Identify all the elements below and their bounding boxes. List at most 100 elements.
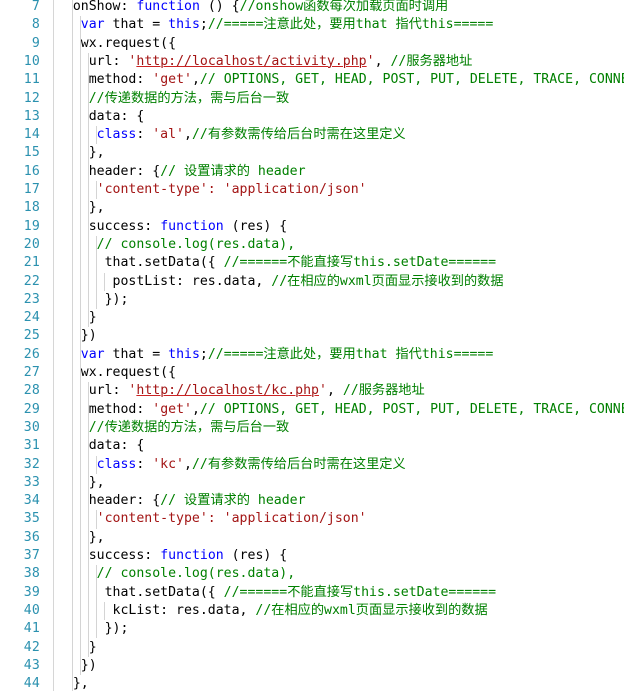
indent-guide — [95, 510, 97, 529]
code-token-cmt: // 设置请求的 header — [160, 163, 306, 179]
code-line[interactable]: var that = this;//=====注意此处，要用that 指代thi… — [54, 16, 494, 34]
code-line[interactable]: // console.log(res.data), — [54, 565, 296, 583]
line-number: 27 — [23, 365, 40, 380]
code-token-pln: method: — [88, 72, 153, 88]
code-line[interactable]: success: function (res) { — [54, 547, 288, 565]
code-token-urlerr: http://localhost/activity.php — [136, 53, 367, 69]
code-line[interactable]: //传递数据的方法，需与后台一致 — [54, 419, 290, 437]
code-token-pln: (res) { — [223, 218, 288, 234]
code-token-str: 'kc' — [152, 456, 184, 472]
code-token-cmt: //传递数据的方法，需与后台一致 — [88, 90, 290, 106]
code-token-cmt: //onshow函数每次加载页面时调用 — [239, 0, 449, 14]
code-token-pln: wx.request({ — [80, 35, 177, 51]
code-token-cmt: //======不能直接写this.setDate====== — [223, 255, 497, 271]
code-token-pln: : — [136, 127, 153, 143]
code-token-str: 'al' — [152, 127, 184, 143]
code-line[interactable]: //传递数据的方法，需与后台一致 — [54, 90, 290, 108]
code-token-kw: function — [160, 548, 224, 563]
code-token-kw: var — [80, 17, 105, 33]
code-line[interactable]: }) — [54, 657, 97, 675]
code-line[interactable]: url: 'http://localhost/kc.php', //服务器地址 — [54, 382, 425, 400]
code-token-pln: }) — [80, 657, 97, 673]
code-line[interactable]: that.setData({ //======不能直接写this.setDate… — [54, 254, 496, 272]
code-token-pln: , — [184, 456, 192, 472]
code-editor[interactable]: 7 8 9 10 11 12 13 14 15 16 17 18 19 20 21 22 23 24 25 26 27 2… — [0, 0, 624, 691]
code-token-kw: this — [168, 17, 200, 33]
code-token-pln: url: — [88, 383, 129, 399]
code-token-pln: () { — [199, 0, 240, 14]
code-token-pln: postList: res.data, — [112, 273, 272, 289]
code-line[interactable]: postList: res.data, //在相应的wxml页面显示接收到的数据 — [54, 273, 504, 291]
code-line[interactable]: header: {// 设置请求的 header — [54, 492, 306, 510]
code-line[interactable]: class: 'kc',//有参数需传给后台时需在这里定义 — [54, 456, 406, 474]
code-token-cmt: //有参数需传给后台时需在这里定义 — [191, 456, 406, 472]
code-token-str: ' — [366, 53, 375, 69]
code-token-pln: }, — [72, 676, 89, 691]
line-number: 40 — [23, 602, 40, 618]
code-line[interactable]: data: { — [54, 108, 145, 126]
line-number: 29 — [23, 401, 40, 417]
code-line[interactable]: kcList: res.data, //在相应的wxml页面显示接收到的数据 — [54, 602, 488, 620]
line-number: 33 — [23, 474, 40, 490]
indent-guide — [71, 0, 73, 691]
code-token-pln: , — [184, 127, 192, 143]
line-number: 39 — [23, 584, 40, 600]
code-line[interactable]: method: 'get',// OPTIONS, GET, HEAD, POS… — [54, 401, 624, 419]
code-line[interactable]: data: { — [54, 437, 145, 455]
code-token-kw: function — [160, 218, 224, 234]
line-number: 12 — [23, 90, 40, 106]
code-line[interactable]: }); — [54, 291, 129, 309]
code-line[interactable]: var that = this;//=====注意此处，要用that 指代thi… — [54, 346, 494, 364]
code-line[interactable]: onShow: function () {//onshow函数每次加载页面时调用 — [54, 0, 448, 16]
line-number: 38 — [23, 566, 40, 582]
code-token-pln: header: { — [88, 493, 161, 509]
indent-guide — [103, 272, 105, 291]
code-token-pln: onShow: — [72, 0, 137, 14]
code-token-str: ' — [319, 383, 327, 399]
code-line[interactable]: }); — [54, 620, 129, 638]
code-token-pln: that = — [104, 346, 169, 362]
code-line[interactable]: }) — [54, 327, 97, 345]
line-number: 15 — [23, 145, 40, 161]
code-line[interactable]: } — [54, 639, 97, 657]
code-line[interactable]: that.setData({ //======不能直接写this.setDate… — [54, 584, 496, 602]
code-line[interactable]: class: 'al',//有参数需传给后台时需在这里定义 — [54, 126, 406, 144]
code-token-urlerr: http://localhost/kc.php — [136, 383, 319, 399]
code-token-cmt: //在相应的wxml页面显示接收到的数据 — [271, 273, 504, 289]
line-number: 37 — [23, 548, 40, 563]
line-number-gutter[interactable]: 7 8 9 10 11 12 13 14 15 16 17 18 19 20 21 22 23 24 25 26 27 2… — [0, 0, 53, 691]
indent-guide — [103, 601, 105, 621]
code-token-cmt: //有参数需传给后台时需在这里定义 — [191, 127, 406, 143]
code-token-pln: }, — [88, 145, 105, 161]
code-token-str: 'content-type': 'application/json' — [96, 182, 367, 197]
line-number: 23 — [23, 291, 40, 307]
code-line[interactable]: success: function (res) { — [54, 218, 288, 236]
line-number: 36 — [23, 529, 40, 545]
code-token-pln: ; — [199, 346, 208, 362]
code-line[interactable]: 'content-type': 'application/json' — [54, 181, 367, 199]
code-line[interactable]: header: {// 设置请求的 header — [54, 163, 306, 181]
code-line[interactable]: } — [54, 309, 97, 327]
line-number: 13 — [23, 108, 40, 124]
code-line[interactable]: 'content-type': 'application/json' — [54, 510, 367, 528]
code-line[interactable]: // console.log(res.data), — [54, 236, 296, 254]
code-line[interactable]: method: 'get',// OPTIONS, GET, HEAD, POS… — [54, 71, 624, 89]
code-token-cmt: //=====注意此处，要用that 指代this===== — [207, 17, 494, 33]
code-token-cmt: //=====注意此处，要用that 指代this===== — [207, 346, 494, 362]
line-number: 17 — [23, 182, 40, 197]
code-token-pln: header: { — [88, 163, 161, 179]
code-line[interactable]: url: 'http://localhost/activity.php', //… — [54, 53, 473, 71]
line-number: 25 — [23, 328, 40, 344]
code-content-area[interactable]: onShow: function () {//onshow函数每次加载页面时调用… — [54, 0, 624, 691]
code-token-str: 'get' — [152, 72, 192, 88]
code-token-pln: ; — [199, 17, 208, 33]
indent-guide — [95, 565, 97, 639]
code-token-pln: data: { — [88, 108, 145, 124]
code-token-cmt: //服务器地址 — [342, 383, 425, 399]
indent-guide — [95, 126, 97, 145]
code-token-pln: , — [326, 383, 343, 399]
code-token-pln: method: — [88, 401, 153, 417]
code-token-str: 'get' — [152, 401, 192, 417]
code-token-pln: , — [191, 72, 200, 88]
code-token-cmt: // console.log(res.data), — [96, 236, 296, 252]
